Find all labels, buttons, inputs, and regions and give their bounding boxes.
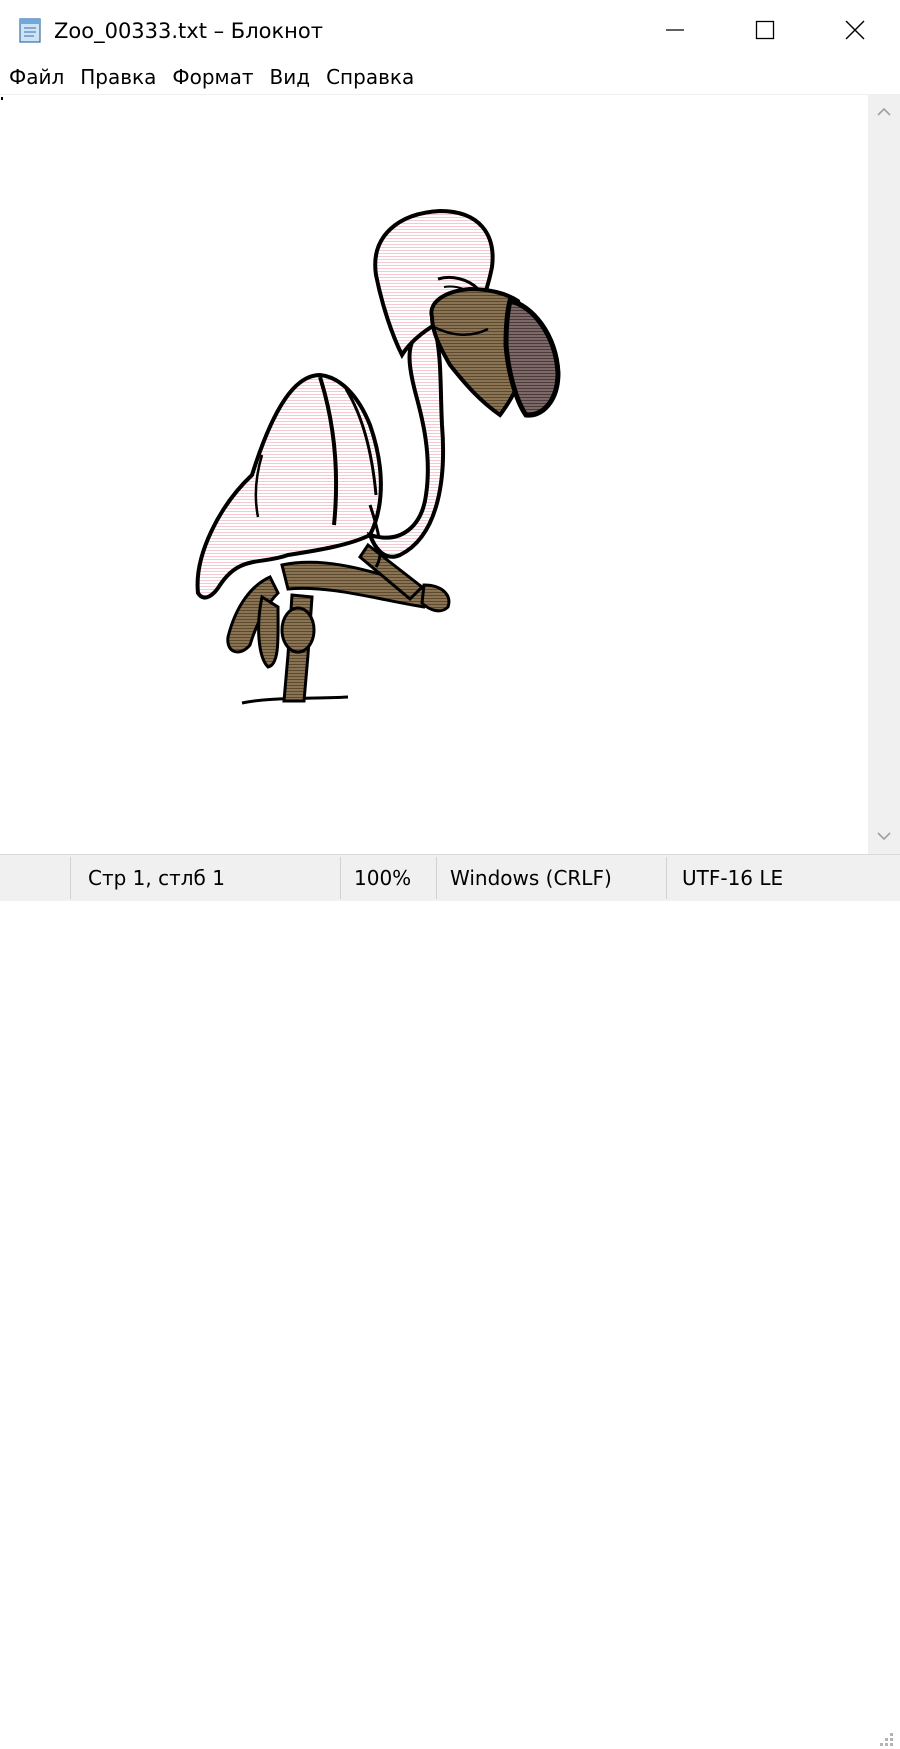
status-bar: Стр 1, стлб 1 100% Windows (CRLF) UTF-16… (0, 854, 900, 1746)
minimize-icon (666, 29, 684, 31)
menu-view[interactable]: Вид (262, 60, 319, 94)
maximize-icon (755, 20, 775, 40)
close-icon (845, 20, 865, 40)
status-separator (436, 857, 437, 899)
menu-help[interactable]: Справка (318, 60, 422, 94)
text-caret (1, 97, 3, 100)
menu-edit[interactable]: Правка (72, 60, 164, 94)
notepad-icon (19, 18, 41, 43)
scroll-up-arrow-icon[interactable] (876, 106, 892, 118)
zoom-level: 100% (354, 866, 412, 890)
status-separator (666, 857, 667, 899)
cursor-position: Стр 1, стлб 1 (88, 866, 225, 890)
minimize-button[interactable] (630, 0, 720, 60)
menu-bar: Файл Правка Формат Вид Справка (0, 60, 900, 94)
text-editor-area[interactable] (0, 94, 868, 855)
close-button[interactable] (810, 0, 900, 60)
flamingo-ascii-art (195, 208, 561, 705)
maximize-button[interactable] (720, 0, 810, 60)
menu-format[interactable]: Формат (164, 60, 261, 94)
line-ending: Windows (CRLF) (450, 866, 612, 890)
notepad-window: Zoo_00333.txt – Блокнот Файл Правка Форм… (0, 0, 900, 1746)
encoding: UTF-16 LE (682, 866, 784, 890)
title-bar[interactable]: Zoo_00333.txt – Блокнот (0, 0, 900, 60)
window-title: Zoo_00333.txt – Блокнот (54, 19, 323, 43)
resize-grip-icon[interactable] (876, 1729, 896, 1749)
vertical-scrollbar[interactable] (868, 94, 900, 854)
status-separator (70, 857, 71, 899)
scroll-down-arrow-icon[interactable] (876, 830, 892, 842)
status-separator (340, 857, 341, 899)
menu-file[interactable]: Файл (0, 60, 72, 94)
